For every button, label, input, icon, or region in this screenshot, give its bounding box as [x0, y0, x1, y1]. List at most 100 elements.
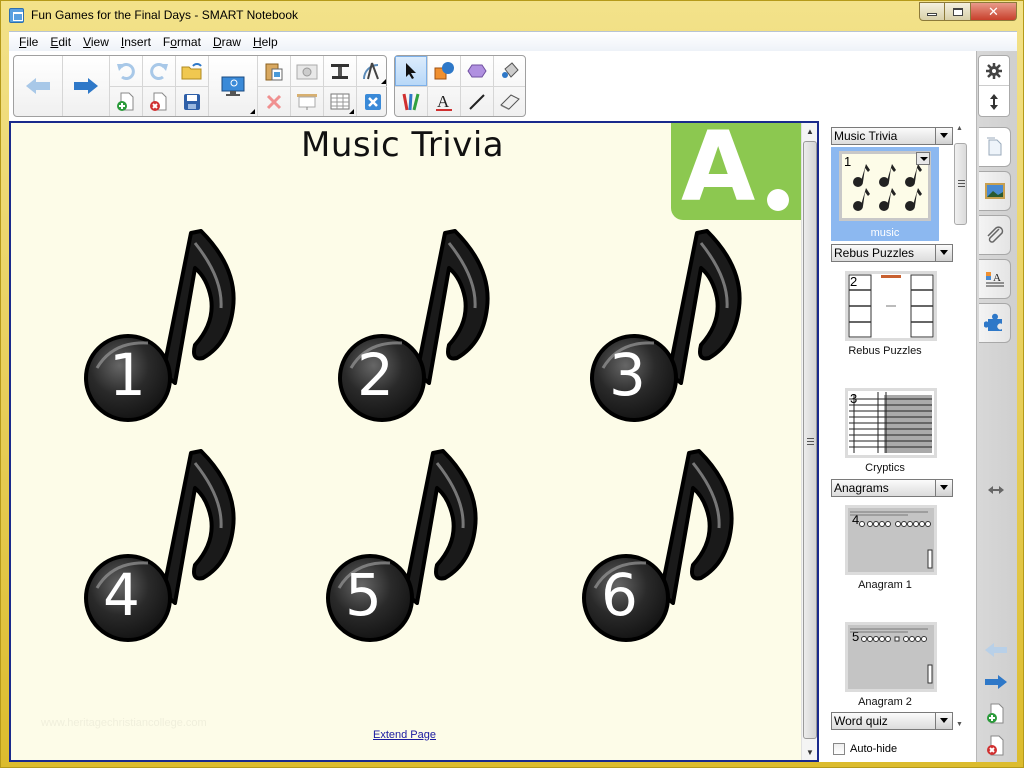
- fill-tool-button[interactable]: [494, 56, 525, 86]
- move-toolbar-button[interactable]: [979, 87, 1009, 116]
- music-note-5[interactable]: 5: [315, 443, 495, 653]
- open-file-button[interactable]: [176, 56, 208, 86]
- group-select-rebus-puzzles[interactable]: Rebus Puzzles: [831, 244, 953, 262]
- thumbnail-anagram-preview: [850, 511, 933, 569]
- text-tool-button[interactable]: A: [428, 87, 460, 116]
- redo-icon: [150, 63, 168, 80]
- save-button[interactable]: [176, 87, 208, 116]
- page-label: Anagram 2: [858, 696, 912, 708]
- answer-badge[interactable]: A: [671, 123, 807, 223]
- menu-draw-label: raw: [221, 34, 241, 49]
- page-thumbnail-2[interactable]: 2 Rebus Puzzles: [831, 267, 939, 359]
- menu-draw[interactable]: Draw: [207, 35, 247, 49]
- music-note-1[interactable]: 1: [73, 223, 253, 433]
- auto-hide-checkbox[interactable]: [833, 743, 845, 755]
- select-tool-button[interactable]: [395, 56, 427, 86]
- side-tab-rail: A: [976, 51, 1017, 762]
- music-note-icon: [84, 449, 236, 642]
- settings-button[interactable]: [979, 56, 1009, 86]
- menu-view[interactable]: View: [77, 35, 115, 49]
- menu-insert[interactable]: Insert: [115, 35, 157, 49]
- rail-delete-page-button[interactable]: [983, 735, 1009, 757]
- group-select-word-quiz[interactable]: Word quiz: [831, 712, 953, 730]
- lines-tool-button[interactable]: [461, 87, 493, 116]
- page-thumbnail-1[interactable]: 1 music: [831, 147, 939, 241]
- menu-bar: File Edit View Insert Format Draw Help: [9, 31, 1017, 51]
- auto-hide-toggle[interactable]: Auto-hide: [833, 743, 897, 755]
- menu-file[interactable]: File: [13, 35, 44, 49]
- minimize-button[interactable]: [919, 2, 945, 21]
- menu-help[interactable]: Help: [247, 35, 284, 49]
- scroll-thumb[interactable]: [954, 143, 967, 225]
- tab-add-ons[interactable]: [979, 303, 1011, 343]
- redo-button[interactable]: [143, 56, 175, 86]
- next-page-button[interactable]: [62, 56, 109, 116]
- full-screen-button[interactable]: [357, 87, 388, 116]
- page-thumbnail-3[interactable]: 3 Cryptics: [831, 384, 939, 476]
- measurement-tools-button[interactable]: [357, 56, 388, 86]
- regular-polygons-tool-button[interactable]: [461, 56, 493, 86]
- music-note-2[interactable]: 2: [327, 223, 507, 433]
- rail-add-page-button[interactable]: [983, 703, 1009, 725]
- tab-page-sorter[interactable]: [979, 127, 1011, 167]
- chevron-down-icon[interactable]: [935, 128, 952, 144]
- chevron-down-icon[interactable]: [935, 713, 952, 729]
- rail-next-page-button[interactable]: [983, 671, 1009, 693]
- undo-button[interactable]: [110, 56, 142, 86]
- previous-page-button[interactable]: [14, 56, 62, 116]
- screen-capture-button[interactable]: [291, 56, 323, 86]
- delete-button[interactable]: [258, 87, 290, 116]
- page-vertical-scrollbar[interactable]: ▲ ▼: [801, 123, 817, 760]
- music-note-6[interactable]: 6: [571, 443, 751, 653]
- eraser-tool-button[interactable]: [494, 87, 525, 116]
- open-folder-icon: [181, 63, 202, 80]
- scroll-up-arrow-icon[interactable]: ▲: [956, 125, 963, 132]
- music-note-4[interactable]: 4: [73, 443, 253, 653]
- show-screen-button[interactable]: [291, 87, 323, 116]
- scroll-down-arrow-icon[interactable]: ▼: [802, 744, 817, 760]
- maximize-button[interactable]: [945, 2, 971, 21]
- whiteboard-page[interactable]: Music Trivia A 1 2 3 4 5 6 www.heritagechrist…: [9, 121, 819, 762]
- tab-attachments[interactable]: [979, 215, 1011, 255]
- shapes-tool-button[interactable]: [428, 56, 460, 86]
- delete-x-icon: [266, 94, 282, 109]
- swap-panel-side-button[interactable]: [983, 479, 1009, 501]
- menu-edit[interactable]: Edit: [44, 35, 77, 49]
- group-select-music-trivia[interactable]: Music Trivia: [831, 127, 953, 145]
- pens-tool-button[interactable]: [395, 87, 427, 116]
- chevron-down-icon[interactable]: [935, 480, 952, 496]
- tab-gallery[interactable]: [979, 171, 1011, 211]
- thumbnail-menu-button[interactable]: [916, 152, 930, 165]
- paste-button[interactable]: [258, 56, 290, 86]
- add-page-button[interactable]: [110, 87, 142, 116]
- menu-format[interactable]: Format: [157, 35, 207, 49]
- scroll-down-arrow-icon[interactable]: ▼: [956, 721, 963, 728]
- page-sorter-panel: Music Trivia 1 music Rebus Puzzles 2 Reb…: [819, 121, 976, 762]
- music-note-3[interactable]: 3: [579, 223, 759, 433]
- chevron-down-icon[interactable]: [935, 245, 952, 261]
- window-controls: ✕: [919, 2, 1017, 21]
- arrow-right-icon: [985, 675, 1007, 689]
- app-window: Fun Games for the Final Days - SMART Not…: [0, 0, 1024, 768]
- group-select-anagrams[interactable]: Anagrams: [831, 479, 953, 497]
- scroll-up-arrow-icon[interactable]: ▲: [802, 123, 817, 139]
- scroll-thumb[interactable]: [803, 141, 817, 739]
- music-note-number: 5: [345, 561, 382, 629]
- page-sorter-scrollbar[interactable]: ▲ ▼: [954, 121, 968, 731]
- page-thumbnail-5[interactable]: 5 Anagram 2: [831, 618, 939, 710]
- delete-page-button[interactable]: [143, 87, 175, 116]
- music-note-icon: [84, 229, 236, 422]
- extend-page-link[interactable]: Extend Page: [373, 729, 436, 741]
- line-icon: [469, 93, 485, 110]
- rail-previous-page-button[interactable]: [983, 639, 1009, 661]
- close-button[interactable]: ✕: [971, 2, 1017, 21]
- toolbar-main-group: [13, 55, 387, 117]
- document-camera-button[interactable]: [324, 56, 356, 86]
- page-title[interactable]: Music Trivia: [301, 125, 504, 165]
- arrow-right-icon: [73, 78, 98, 94]
- thumbnail-cryptics-preview: [849, 392, 932, 453]
- screen-shade-button[interactable]: [209, 56, 257, 116]
- insert-table-button[interactable]: [324, 87, 356, 116]
- page-thumbnail-4[interactable]: 4 Anagram 1: [831, 501, 939, 593]
- tab-properties[interactable]: A: [979, 259, 1011, 299]
